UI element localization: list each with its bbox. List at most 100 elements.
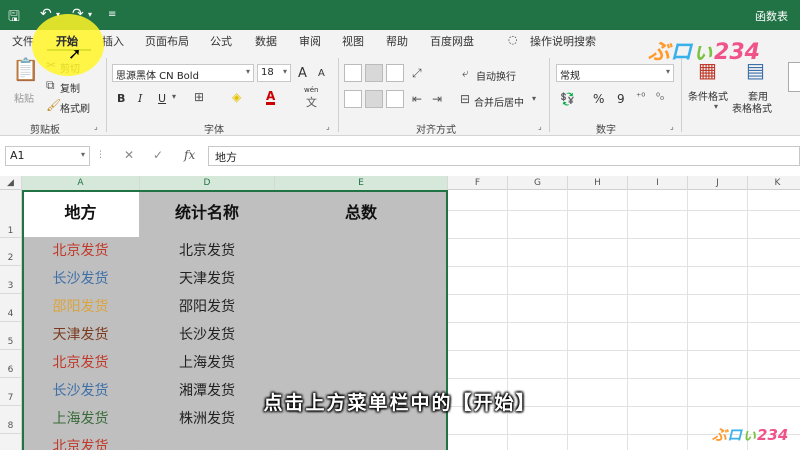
- decrease-decimal-icon[interactable]: ⁰₀: [656, 92, 664, 103]
- phonetic-icon[interactable]: 文: [306, 94, 317, 110]
- column-header[interactable]: K: [748, 176, 800, 190]
- align-left-button[interactable]: [344, 90, 362, 108]
- tab-insert[interactable]: 插入: [102, 33, 124, 49]
- align-middle-button[interactable]: [365, 64, 383, 82]
- place-cell[interactable]: 北京发货: [22, 238, 140, 266]
- column-header[interactable]: I: [628, 176, 688, 190]
- total-cell[interactable]: [275, 238, 448, 266]
- conditional-dropdown-icon[interactable]: ▾: [714, 102, 718, 111]
- align-right-button[interactable]: [386, 90, 404, 108]
- align-bottom-button[interactable]: [386, 64, 404, 82]
- save-icon[interactable]: 🖫: [8, 6, 20, 30]
- underline-dropdown-icon[interactable]: ▾: [172, 92, 176, 101]
- select-all-corner[interactable]: ◢: [0, 176, 22, 190]
- place-cell[interactable]: 邵阳发货: [22, 294, 140, 322]
- stat-name-cell[interactable]: 长沙发货: [140, 322, 275, 350]
- column-header[interactable]: F: [448, 176, 508, 190]
- copy-icon[interactable]: ⧉: [46, 78, 55, 93]
- merge-center-icon[interactable]: ⊟: [460, 92, 470, 106]
- tab-page-layout[interactable]: 页面布局: [145, 33, 189, 49]
- comma-style-button[interactable]: 9: [617, 92, 625, 106]
- number-launcher-icon[interactable]: ⌟: [670, 122, 674, 131]
- column-header[interactable]: G: [508, 176, 568, 190]
- tab-help[interactable]: 帮助: [386, 33, 408, 49]
- total-cell[interactable]: [275, 350, 448, 378]
- place-cell[interactable]: 天津发货: [22, 322, 140, 350]
- underline-button[interactable]: U: [158, 92, 166, 105]
- row-header[interactable]: 1: [0, 190, 22, 238]
- total-cell[interactable]: [275, 266, 448, 294]
- stat-name-cell[interactable]: 上海发货: [140, 350, 275, 378]
- currency-icon[interactable]: 💱: [560, 92, 575, 106]
- row-header[interactable]: 3: [0, 266, 22, 294]
- font-family-select[interactable]: 思源黑体 CN Bold ▾: [112, 64, 254, 82]
- format-painter-button[interactable]: 格式刷: [60, 100, 90, 115]
- alignment-launcher-icon[interactable]: ⌟: [538, 122, 542, 131]
- tab-file[interactable]: 文件: [12, 33, 34, 49]
- formula-input[interactable]: 地方: [208, 146, 800, 166]
- cell-styles-gallery[interactable]: [788, 62, 800, 92]
- decrease-indent-icon[interactable]: ⇤: [412, 92, 422, 106]
- font-launcher-icon[interactable]: ⌟: [326, 122, 330, 131]
- customize-toolbar-icon[interactable]: ≡: [108, 9, 116, 20]
- number-format-select[interactable]: 常规 ▾: [556, 64, 674, 82]
- wrap-text-button[interactable]: 自动换行: [476, 68, 516, 83]
- percent-button[interactable]: %: [593, 92, 604, 106]
- place-cell[interactable]: 北京发货: [22, 350, 140, 378]
- font-size-select[interactable]: 18 ▾: [257, 64, 291, 82]
- conditional-format-button[interactable]: 条件格式: [688, 88, 728, 103]
- tab-formulas[interactable]: 公式: [210, 33, 232, 49]
- tab-review[interactable]: 审阅: [299, 33, 321, 49]
- merge-center-button[interactable]: 合并后居中: [474, 94, 524, 109]
- cancel-entry-button[interactable]: ✕: [124, 148, 134, 162]
- paste-icon[interactable]: 📋: [12, 58, 39, 83]
- wrap-text-icon[interactable]: ⤶: [462, 66, 469, 81]
- bold-button[interactable]: B: [117, 92, 125, 105]
- total-cell[interactable]: [275, 294, 448, 322]
- row-header[interactable]: 2: [0, 238, 22, 266]
- tab-view[interactable]: 视图: [342, 33, 364, 49]
- place-cell[interactable]: 长沙发货: [22, 266, 140, 294]
- fill-color-icon[interactable]: ◈: [232, 90, 241, 104]
- format-as-table-button[interactable]: 表格格式: [732, 100, 772, 115]
- column-header[interactable]: D: [140, 176, 275, 190]
- total-cell[interactable]: [275, 434, 448, 450]
- more-options-icon[interactable]: ⋮: [96, 150, 105, 160]
- font-color-button[interactable]: A: [266, 90, 276, 105]
- copy-button[interactable]: 复制: [60, 80, 80, 95]
- clipboard-launcher-icon[interactable]: ⌟: [94, 122, 98, 131]
- italic-button[interactable]: I: [138, 92, 142, 105]
- align-top-button[interactable]: [344, 64, 362, 82]
- redo-dropdown-icon[interactable]: ▾: [88, 10, 92, 19]
- row-header[interactable]: [0, 434, 22, 450]
- merge-dropdown-icon[interactable]: ▾: [532, 94, 536, 103]
- borders-icon[interactable]: ⊞: [194, 90, 204, 104]
- stat-name-cell[interactable]: 天津发货: [140, 266, 275, 294]
- column-header[interactable]: E: [275, 176, 448, 190]
- confirm-entry-button[interactable]: ✓: [153, 148, 163, 162]
- tell-me-search[interactable]: 操作说明搜索: [530, 33, 596, 49]
- stat-name-cell[interactable]: 北京发货: [140, 238, 275, 266]
- row-header[interactable]: 5: [0, 322, 22, 350]
- orientation-icon[interactable]: ⤢: [412, 66, 422, 81]
- header-cell-stat-name[interactable]: 统计名称: [140, 190, 275, 238]
- align-center-button[interactable]: [365, 90, 383, 108]
- format-painter-icon[interactable]: 🖌: [46, 98, 61, 112]
- insert-function-button[interactable]: fx: [184, 148, 195, 162]
- stat-name-cell[interactable]: 邵阳发货: [140, 294, 275, 322]
- column-header[interactable]: A: [22, 176, 140, 190]
- column-header[interactable]: J: [688, 176, 748, 190]
- grow-font-button[interactable]: A: [298, 66, 307, 81]
- row-header[interactable]: 4: [0, 294, 22, 322]
- tab-baidu-netdisk[interactable]: 百度网盘: [430, 33, 474, 49]
- place-cell[interactable]: 北京发货: [22, 434, 140, 450]
- shrink-font-button[interactable]: A: [318, 68, 325, 79]
- increase-indent-icon[interactable]: ⇥: [432, 92, 442, 106]
- column-header[interactable]: H: [568, 176, 628, 190]
- increase-decimal-icon[interactable]: ⁺⁰: [636, 92, 645, 103]
- stat-name-cell[interactable]: [140, 434, 275, 450]
- row-header[interactable]: 6: [0, 350, 22, 378]
- tab-data[interactable]: 数据: [255, 33, 277, 49]
- paste-button[interactable]: 粘贴: [14, 90, 34, 105]
- header-cell-place[interactable]: 地方: [22, 190, 140, 238]
